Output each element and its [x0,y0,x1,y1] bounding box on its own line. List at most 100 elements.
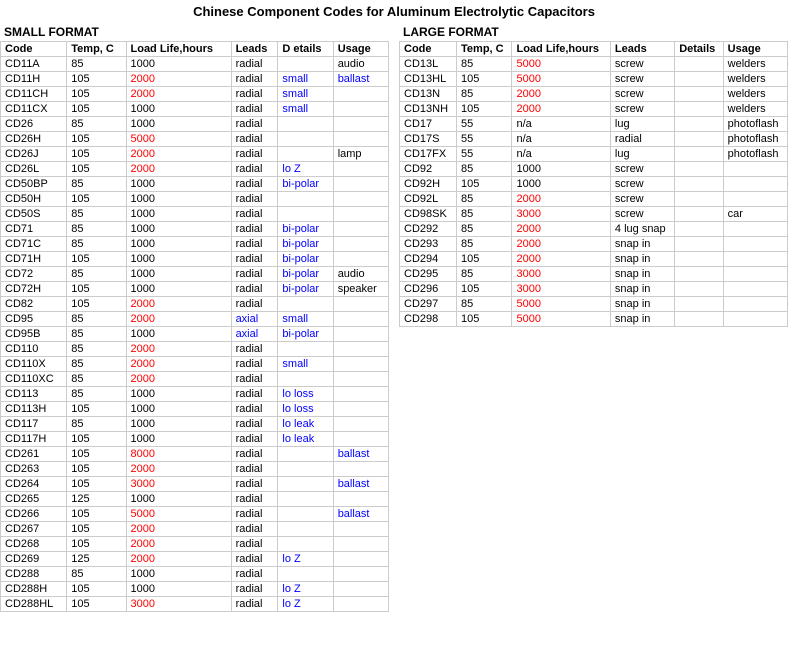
table-cell: CD92H [400,177,457,192]
table-row: CD2641053000radialballast [1,477,389,492]
small-format-header-row: Code Temp, C Load Life,hours Leads D eta… [1,42,389,57]
table-cell: 5000 [126,132,231,147]
table-cell: 85 [457,237,512,252]
table-cell [675,192,723,207]
table-cell: 85 [457,87,512,102]
table-row: CD2681052000radial [1,537,389,552]
table-cell [333,537,388,552]
table-cell: 105 [67,147,126,162]
table-cell: snap in [610,282,674,297]
table-row: CD110X852000radialsmall [1,357,389,372]
table-cell: radial [231,447,278,462]
table-cell [723,222,787,237]
table-cell: 85 [457,297,512,312]
table-cell: 1000 [126,417,231,432]
table-cell: CD13HL [400,72,457,87]
table-cell: screw [610,72,674,87]
table-cell [333,87,388,102]
table-cell: 125 [67,552,126,567]
lf-col-temp: Temp, C [457,42,512,57]
table-cell: CD266 [1,507,67,522]
table-cell: 85 [67,57,126,72]
table-cell [333,357,388,372]
table-cell: snap in [610,297,674,312]
table-cell: CD265 [1,492,67,507]
table-cell [675,162,723,177]
table-cell: 4 lug snap [610,222,674,237]
table-cell [333,297,388,312]
table-cell: 105 [67,522,126,537]
table-cell: 85 [67,327,126,342]
table-cell [278,522,333,537]
table-row: CD92H1051000screw [400,177,788,192]
table-cell: 5000 [512,297,610,312]
table-cell: 1000 [126,567,231,582]
table-cell: CD71C [1,237,67,252]
table-cell: radial [231,372,278,387]
table-cell [333,102,388,117]
sf-col-leads: Leads [231,42,278,57]
large-format-title: LARGE FORMAT [399,23,788,41]
table-cell: 105 [457,177,512,192]
table-cell [723,297,787,312]
table-cell: CD26 [1,117,67,132]
table-cell: 55 [457,147,512,162]
table-cell: radial [231,582,278,597]
table-cell: CD263 [1,462,67,477]
table-cell [723,237,787,252]
table-cell: 1000 [126,582,231,597]
table-cell [333,342,388,357]
table-cell: 105 [67,102,126,117]
table-cell: CD11CX [1,102,67,117]
table-row: CD117H1051000radiallo leak [1,432,389,447]
table-cell: 3000 [126,597,231,612]
table-cell [333,237,388,252]
table-cell: bi-polar [278,237,333,252]
table-row: CD2661055000radialballast [1,507,389,522]
table-cell: lo Z [278,162,333,177]
lf-col-life: Load Life,hours [512,42,610,57]
table-cell [723,252,787,267]
table-cell: 3000 [512,207,610,222]
table-cell: radial [610,132,674,147]
table-row: CD288851000radial [1,567,389,582]
table-cell [333,177,388,192]
table-cell [333,567,388,582]
table-cell [675,87,723,102]
table-cell: bi-polar [278,267,333,282]
table-cell [333,312,388,327]
table-cell: 105 [67,432,126,447]
table-cell: screw [610,102,674,117]
table-cell: CD288HL [1,597,67,612]
table-row: CD2691252000radiallo Z [1,552,389,567]
table-cell: radial [231,57,278,72]
table-cell: 1000 [512,162,610,177]
table-cell: 1000 [126,432,231,447]
table-cell: radial [231,177,278,192]
table-cell: 2000 [126,162,231,177]
table-cell [723,282,787,297]
table-cell [675,117,723,132]
table-cell: 105 [67,402,126,417]
table-cell [675,237,723,252]
sf-col-code: Code [1,42,67,57]
table-row: CD113H1051000radiallo loss [1,402,389,417]
table-row: CD13NH1052000screwwelders [400,102,788,117]
table-cell: 85 [457,207,512,222]
table-cell: 8000 [126,447,231,462]
table-cell: CD11H [1,72,67,87]
table-cell: radial [231,387,278,402]
page-title: Chinese Component Codes for Aluminum Ele… [0,0,788,23]
table-cell: 105 [67,132,126,147]
table-cell: 85 [67,222,126,237]
table-cell: CD268 [1,537,67,552]
table-cell: 2000 [126,87,231,102]
table-row: CD2611058000radialballast [1,447,389,462]
table-row: CD110XC852000radial [1,372,389,387]
table-cell [333,222,388,237]
table-row: CD95B851000axialbi-polar [1,327,389,342]
table-row: CD293852000snap in [400,237,788,252]
table-cell [333,492,388,507]
table-cell [333,387,388,402]
table-cell: CD110X [1,357,67,372]
